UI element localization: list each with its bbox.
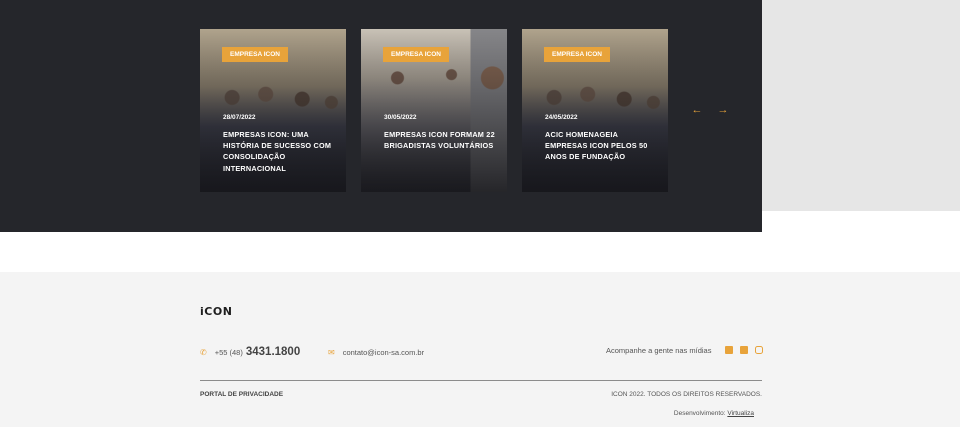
phone-contact[interactable]: ✆ +55 (48) 3431.1800	[200, 345, 300, 359]
news-title[interactable]: ACIC HOMENAGEIA EMPRESAS ICON PELOS 50 A…	[545, 129, 657, 163]
category-badge[interactable]: EMPRESA ICON	[383, 47, 449, 62]
logo-text: iCON	[200, 305, 233, 318]
news-title[interactable]: EMPRESAS ICON: UMA HISTÓRIA DE SUCESSO C…	[223, 129, 335, 174]
news-title[interactable]: EMPRESAS ICON FORMAM 22 BRIGADISTAS VOLU…	[384, 129, 496, 151]
phone-icon: ✆	[200, 347, 207, 357]
arrow-left-icon[interactable]: ←	[691, 103, 703, 117]
phone-prefix: +55 (48)	[214, 347, 243, 357]
company-logo[interactable]: iCON	[200, 305, 232, 318]
privacy-link[interactable]: PORTAL DE PRIVACIDADE	[200, 391, 283, 398]
news-carousel: EMPRESA ICON 28/07/2022 EMPRESAS ICON: U…	[0, 0, 762, 232]
developer-credit: Desenvolvimento: Virtualiza	[674, 410, 754, 417]
side-panel	[762, 0, 960, 211]
email-address: contato@icon-sa.com.br	[342, 347, 425, 357]
email-contact[interactable]: ✉ contato@icon-sa.com.br	[328, 345, 424, 359]
phone-number: 3431.1800	[245, 346, 301, 358]
follow-label: Acompanhe a gente nas mídias	[606, 346, 712, 355]
category-badge[interactable]: EMPRESA ICON	[222, 47, 288, 62]
linkedin-icon[interactable]	[740, 346, 748, 354]
mail-icon: ✉	[328, 347, 335, 357]
news-card[interactable]: EMPRESA ICON 28/07/2022 EMPRESAS ICON: U…	[200, 29, 346, 192]
news-card[interactable]: EMPRESA ICON 24/05/2022 ACIC HOMENAGEIA …	[522, 29, 668, 192]
copyright-text: ICON 2022. TODOS OS DIREITOS RESERVADOS.	[611, 391, 762, 398]
news-date: 24/05/2022	[545, 114, 578, 121]
news-card[interactable]: EMPRESA ICON 30/05/2022 EMPRESAS ICON FO…	[361, 29, 507, 192]
instagram-icon[interactable]	[755, 346, 763, 354]
category-badge[interactable]: EMPRESA ICON	[544, 47, 610, 62]
developer-label: Desenvolvimento:	[673, 410, 726, 417]
news-date: 30/05/2022	[384, 114, 417, 121]
footer: iCON ✆ +55 (48) 3431.1800 ✉ contato@icon…	[0, 272, 960, 427]
footer-divider	[200, 380, 762, 381]
facebook-icon[interactable]	[725, 346, 733, 354]
arrow-right-icon[interactable]: →	[717, 103, 729, 117]
developer-link[interactable]: Virtualiza	[727, 410, 754, 417]
news-date: 28/07/2022	[223, 114, 256, 121]
page: EMPRESA ICON 28/07/2022 EMPRESAS ICON: U…	[0, 0, 960, 427]
